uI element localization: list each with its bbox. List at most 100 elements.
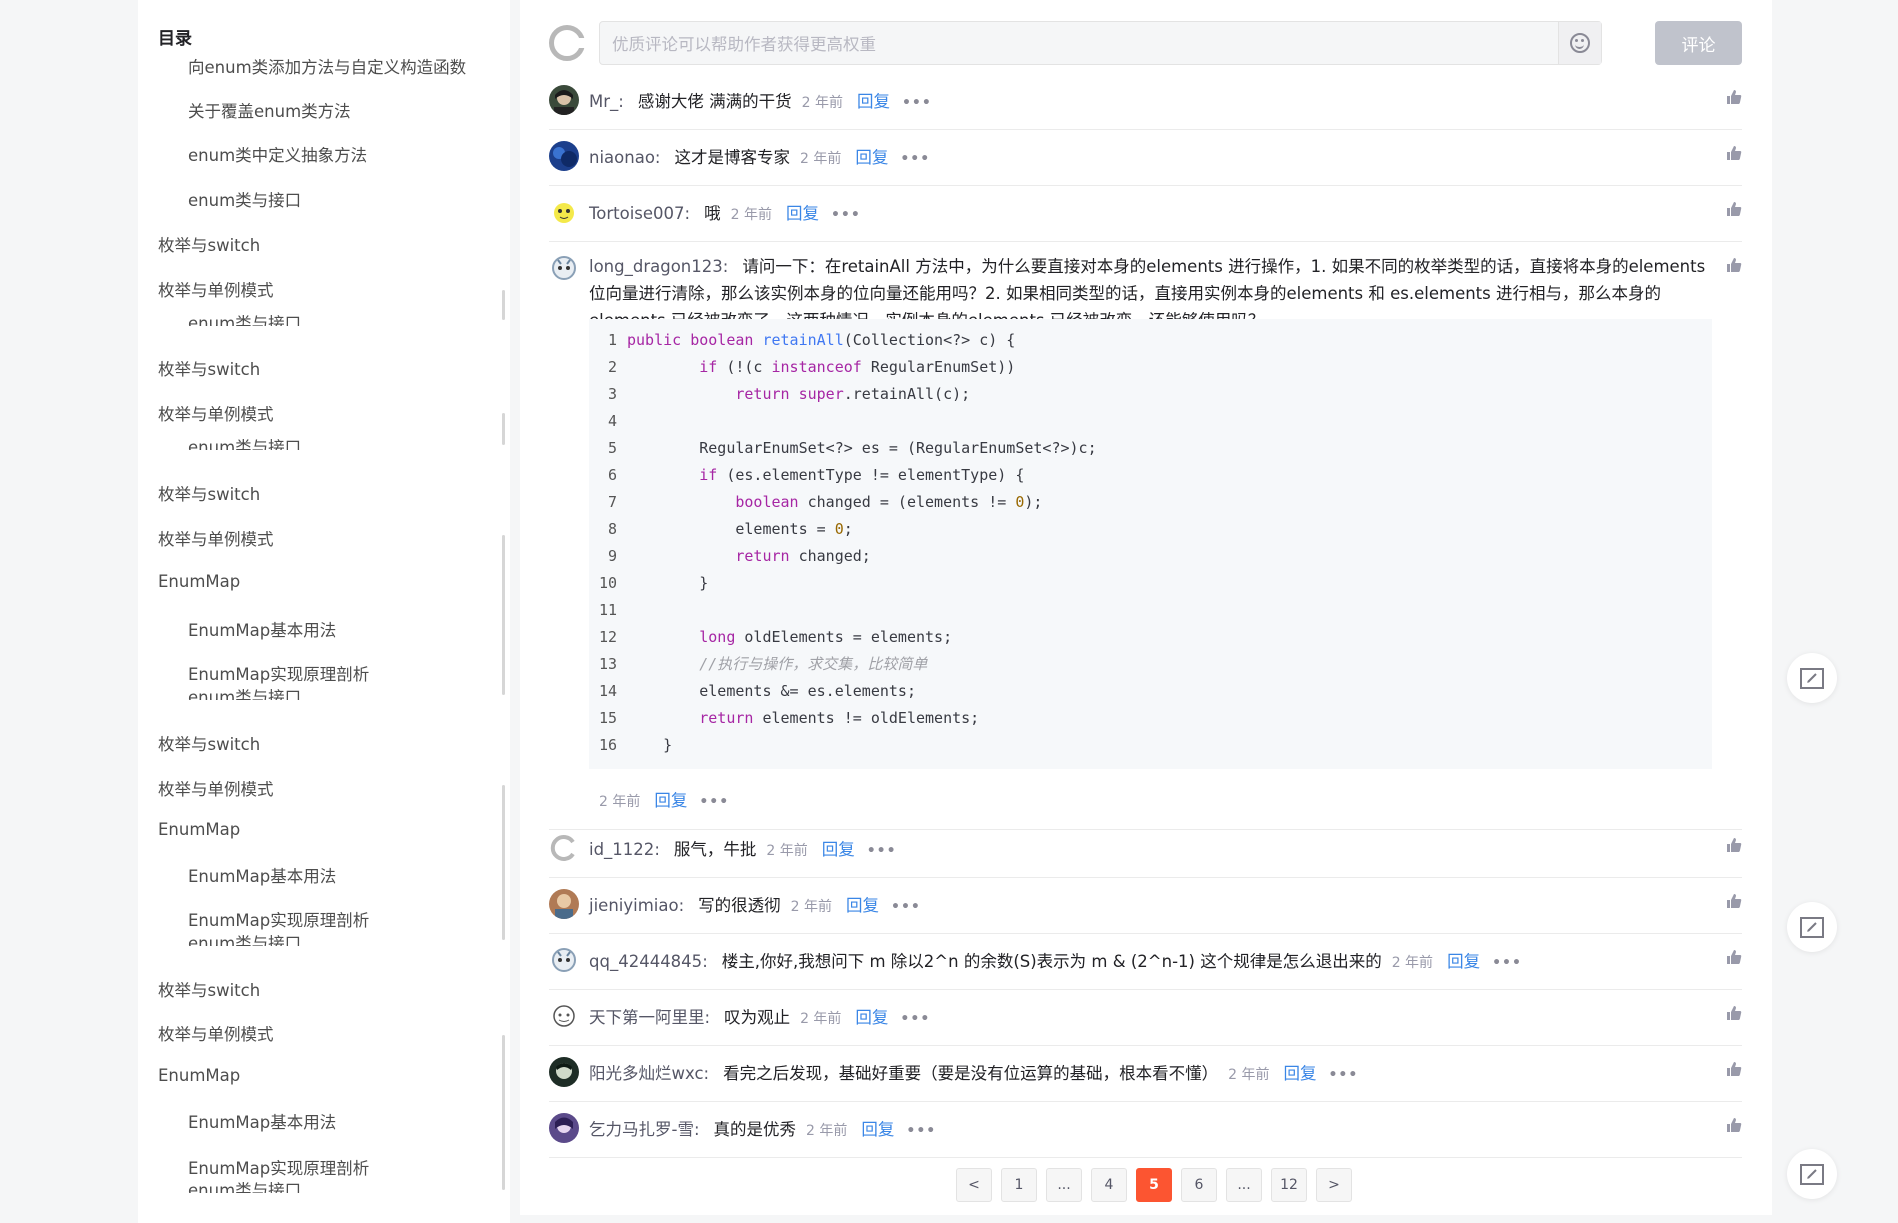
float-edit-button[interactable] (1787, 902, 1837, 952)
toc-item[interactable]: 枚举与switch (158, 977, 260, 1001)
toc-item[interactable]: 枚举与单例模式 (158, 401, 274, 425)
toc-item[interactable]: EnumMap基本用法 (188, 1109, 336, 1133)
reply-link[interactable]: 回复 (861, 1116, 894, 1140)
toc-item[interactable]: 枚举与switch (158, 356, 260, 380)
like-icon[interactable] (1726, 145, 1742, 161)
more-options-icon[interactable]: ••• (699, 794, 729, 810)
toc-item[interactable]: EnumMap实现原理剖析 (188, 1155, 369, 1179)
toc-item[interactable]: 关于覆盖enum类方法 (188, 98, 351, 122)
comment-username[interactable]: jieniyimiao (589, 896, 679, 915)
reply-link[interactable]: 回复 (1283, 1060, 1316, 1084)
avatar[interactable] (549, 1001, 579, 1031)
toc-item[interactable]: EnumMap实现原理剖析 (188, 661, 369, 685)
page-button[interactable]: 12 (1271, 1168, 1307, 1202)
toc-item[interactable]: 枚举与switch (158, 232, 260, 256)
avatar[interactable] (549, 253, 579, 283)
like-icon[interactable] (1726, 201, 1742, 217)
toc-item[interactable]: 枚举与switch (158, 481, 260, 505)
toc-scrollbar[interactable] (502, 535, 505, 695)
reply-link[interactable]: 回复 (822, 836, 855, 860)
comment-username[interactable]: Mr_ (589, 92, 618, 111)
toc-item[interactable]: enum类与接口 (188, 187, 301, 211)
reply-link[interactable]: 回复 (857, 88, 890, 112)
more-options-icon[interactable]: ••• (1492, 955, 1522, 971)
toc-item[interactable]: 枚举与单例模式 (158, 277, 274, 301)
toc-item[interactable]: 枚举与switch (158, 731, 260, 755)
comment-input[interactable] (600, 22, 1514, 66)
more-options-icon[interactable]: ••• (906, 1123, 936, 1139)
page-button[interactable]: 4 (1091, 1168, 1127, 1202)
reply-link[interactable]: 回复 (1447, 948, 1480, 972)
like-icon[interactable] (1726, 1005, 1742, 1021)
like-icon[interactable] (1726, 949, 1742, 965)
code-token: return (699, 709, 754, 727)
avatar[interactable] (549, 945, 579, 975)
comment-username[interactable]: qq_42444845 (589, 952, 702, 971)
comment-username[interactable]: id_1122 (589, 840, 654, 859)
toc-item[interactable]: EnumMap (158, 1066, 240, 1085)
comment-username[interactable]: Tortoise007 (589, 204, 685, 223)
reply-link[interactable]: 回复 (846, 892, 879, 916)
toc-item[interactable]: enum类与接口 (188, 1181, 301, 1193)
toc-item[interactable]: EnumMap基本用法 (188, 863, 336, 887)
comment-username[interactable]: 天下第一阿里里 (589, 1004, 705, 1028)
float-edit-button[interactable] (1787, 1149, 1837, 1199)
like-icon[interactable] (1726, 837, 1742, 853)
code-token: (es.elementType != elementType) { (717, 466, 1025, 484)
comment-username[interactable]: niaonao (589, 148, 655, 167)
more-options-icon[interactable]: ••• (831, 207, 861, 223)
more-options-icon[interactable]: ••• (891, 899, 921, 915)
avatar[interactable] (549, 1113, 579, 1143)
reply-link[interactable]: 回复 (786, 200, 819, 224)
like-icon[interactable] (1726, 89, 1742, 105)
more-options-icon[interactable]: ••• (867, 843, 897, 859)
avatar[interactable] (549, 197, 579, 227)
toc-item[interactable]: enum类与接口 (188, 438, 301, 450)
avatar[interactable] (549, 833, 579, 863)
toc-item[interactable]: EnumMap基本用法 (188, 617, 336, 641)
comment-username[interactable]: 阳光多灿烂wxc (589, 1060, 704, 1084)
like-icon[interactable] (1726, 1117, 1742, 1133)
toc-item[interactable]: 枚举与单例模式 (158, 776, 274, 800)
avatar[interactable] (549, 1057, 579, 1087)
toc-item[interactable]: 向enum类添加方法与自定义构造函数 (188, 54, 466, 78)
toc-item[interactable]: EnumMap (158, 572, 240, 591)
more-options-icon[interactable]: ••• (1328, 1067, 1358, 1083)
page-button[interactable]: 5 (1136, 1168, 1172, 1202)
like-icon[interactable] (1726, 893, 1742, 909)
like-icon[interactable] (1726, 1061, 1742, 1077)
toc-item[interactable]: 枚举与单例模式 (158, 526, 274, 550)
code-token: elements &= es.elements; (627, 682, 916, 700)
emoji-button[interactable] (1558, 22, 1601, 64)
more-options-icon[interactable]: ••• (900, 151, 930, 167)
reply-link[interactable]: 回复 (855, 144, 888, 168)
toc-item[interactable]: enum类中定义抽象方法 (188, 142, 367, 166)
toc-item[interactable]: enum类与接口 (188, 688, 301, 700)
toc-scrollbar[interactable] (502, 413, 505, 445)
toc-item[interactable]: 枚举与单例模式 (158, 1021, 274, 1045)
toc-scrollbar[interactable] (502, 1035, 505, 1190)
avatar[interactable] (549, 141, 579, 171)
comment-username[interactable]: long_dragon123 (589, 257, 723, 276)
next-page-button[interactable]: > (1316, 1168, 1352, 1202)
page-button[interactable]: 1 (1001, 1168, 1037, 1202)
like-icon[interactable] (1726, 257, 1742, 273)
code-token: } (627, 736, 673, 754)
comment-username[interactable]: 乞力马扎罗-雪 (589, 1116, 694, 1140)
reply-link[interactable]: 回复 (654, 787, 687, 811)
submit-comment-button[interactable]: 评论 (1655, 21, 1742, 65)
avatar[interactable] (549, 889, 579, 919)
reply-link[interactable]: 回复 (855, 1004, 888, 1028)
toc-scrollbar[interactable] (502, 290, 505, 320)
toc-item[interactable]: enum类与接口 (188, 934, 301, 946)
more-options-icon[interactable]: ••• (900, 1011, 930, 1027)
toc-item[interactable]: EnumMap实现原理剖析 (188, 907, 369, 931)
toc-item[interactable]: enum类与接口 (188, 314, 301, 326)
toc-item[interactable]: EnumMap (158, 820, 240, 839)
float-edit-button[interactable] (1787, 653, 1837, 703)
more-options-icon[interactable]: ••• (902, 95, 932, 111)
page-button[interactable]: 6 (1181, 1168, 1217, 1202)
prev-page-button[interactable]: < (956, 1168, 992, 1202)
toc-scrollbar[interactable] (502, 785, 505, 940)
avatar[interactable] (549, 85, 579, 115)
